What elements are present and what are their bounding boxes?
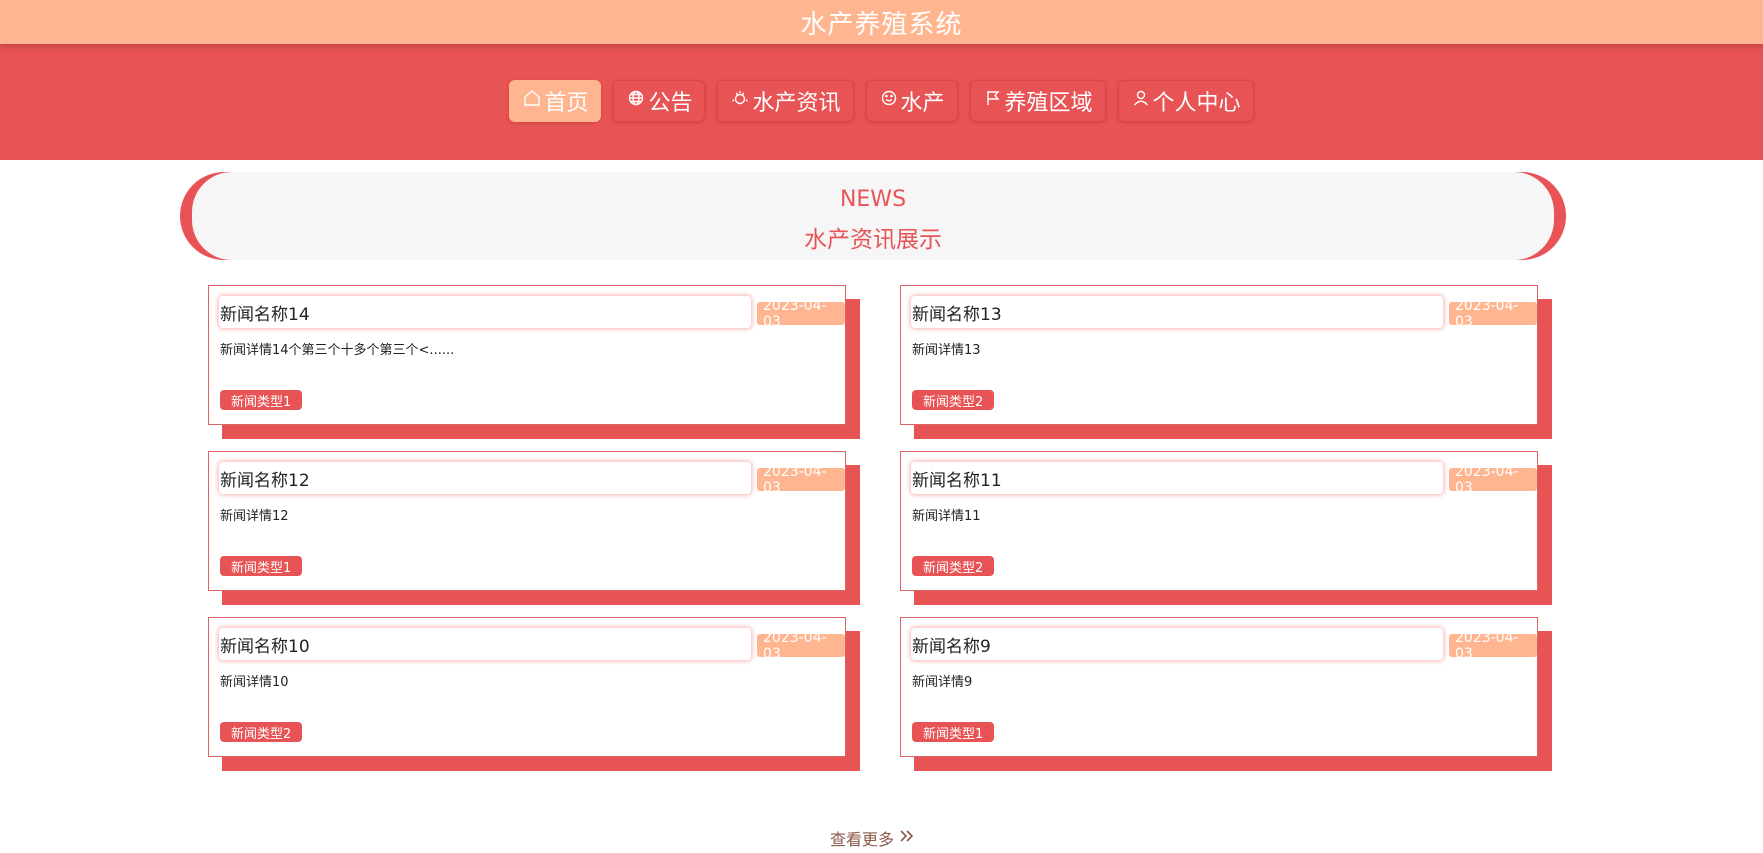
nav-item-home[interactable]: 首页 [509, 80, 602, 122]
nav-item-label: 首页 [544, 91, 589, 116]
news-card[interactable]: 新闻名称9 2023-04-03 新闻详情9 新闻类型1 [900, 617, 1552, 771]
news-name[interactable]: 新闻名称9 [911, 628, 1443, 660]
card-face: 新闻名称10 2023-04-03 新闻详情10 新闻类型2 [208, 617, 846, 757]
nav-item-news[interactable]: 水产资讯 [717, 80, 854, 122]
news-type-tag[interactable]: 新闻类型1 [220, 390, 303, 410]
nav-item-notice[interactable]: 公告 [613, 80, 706, 122]
nav-item-label: 养殖区域 [1004, 91, 1093, 116]
news-detail: 新闻详情10 [220, 675, 289, 690]
nav-item-label: 个人中心 [1152, 91, 1241, 116]
smile-icon [879, 88, 899, 114]
news-name[interactable]: 新闻名称13 [911, 296, 1443, 328]
user-icon [1131, 88, 1151, 114]
double-chevron-right-icon [898, 827, 916, 849]
nav-item-label: 公告 [648, 91, 693, 116]
news-detail: 新闻详情9 [912, 675, 973, 690]
news-type-tag[interactable]: 新闻类型1 [220, 556, 303, 576]
news-name[interactable]: 新闻名称14 [219, 296, 751, 328]
news-card[interactable]: 新闻名称12 2023-04-03 新闻详情12 新闻类型1 [208, 451, 860, 605]
news-card[interactable]: 新闻名称11 2023-04-03 新闻详情11 新闻类型2 [900, 451, 1552, 605]
news-date: 2023-04-03 [1449, 298, 1537, 330]
news-date: 2023-04-03 [757, 464, 845, 496]
news-detail: 新闻详情11 [912, 509, 981, 524]
news-type-tag[interactable]: 新闻类型2 [912, 556, 995, 576]
card-face: 新闻名称12 2023-04-03 新闻详情12 新闻类型1 [208, 451, 846, 591]
news-card[interactable]: 新闻名称10 2023-04-03 新闻详情10 新闻类型2 [208, 617, 860, 771]
news-type-tag[interactable]: 新闻类型2 [220, 722, 303, 742]
home-icon [522, 88, 542, 114]
card-face: 新闻名称13 2023-04-03 新闻详情13 新闻类型2 [900, 285, 1538, 425]
nav-item-label: 水产资讯 [752, 91, 841, 116]
section-banner: NEWS 水产资讯展示 [180, 172, 1566, 260]
news-date: 2023-04-03 [1449, 464, 1537, 496]
news-type-tag[interactable]: 新闻类型1 [912, 722, 995, 742]
flag-icon [983, 88, 1003, 114]
nav-item-aquatic[interactable]: 水产 [865, 80, 958, 122]
news-detail: 新闻详情13 [912, 343, 981, 358]
news-name[interactable]: 新闻名称11 [911, 462, 1443, 494]
news-date: 2023-04-03 [757, 298, 845, 330]
section-title-en: NEWS [839, 187, 907, 212]
section-title-cn: 水产资讯展示 [804, 227, 942, 253]
nav-item-profile[interactable]: 个人中心 [1117, 80, 1254, 122]
news-date: 2023-04-03 [757, 630, 845, 662]
news-card[interactable]: 新闻名称13 2023-04-03 新闻详情13 新闻类型2 [900, 285, 1552, 439]
news-card[interactable]: 新闻名称14 2023-04-03 新闻详情14个第三个十多个第三个<.....… [208, 285, 860, 439]
news-detail: 新闻详情12 [220, 509, 289, 524]
card-face: 新闻名称9 2023-04-03 新闻详情9 新闻类型1 [900, 617, 1538, 757]
news-icon [730, 88, 750, 114]
main-nav: 首页 公告 水产资讯 水产 养殖区域 个人中心 [0, 80, 1763, 122]
nav-item-label: 水产 [900, 91, 945, 116]
news-detail: 新闻详情14个第三个十多个第三个<...... [220, 343, 455, 358]
top-header: 水产养殖系统 [0, 0, 1763, 44]
news-name[interactable]: 新闻名称10 [219, 628, 751, 660]
view-more-label: 查看更多 [830, 830, 895, 849]
news-name[interactable]: 新闻名称12 [219, 462, 751, 494]
news-type-tag[interactable]: 新闻类型2 [912, 390, 995, 410]
nav-item-breeding-area[interactable]: 养殖区域 [969, 80, 1106, 122]
news-date: 2023-04-03 [1449, 630, 1537, 662]
globe-icon [626, 88, 646, 114]
app-title: 水产养殖系统 [800, 9, 963, 40]
card-face: 新闻名称14 2023-04-03 新闻详情14个第三个十多个第三个<.....… [208, 285, 846, 425]
card-face: 新闻名称11 2023-04-03 新闻详情11 新闻类型2 [900, 451, 1538, 591]
view-more-link[interactable]: 查看更多 [830, 826, 916, 850]
